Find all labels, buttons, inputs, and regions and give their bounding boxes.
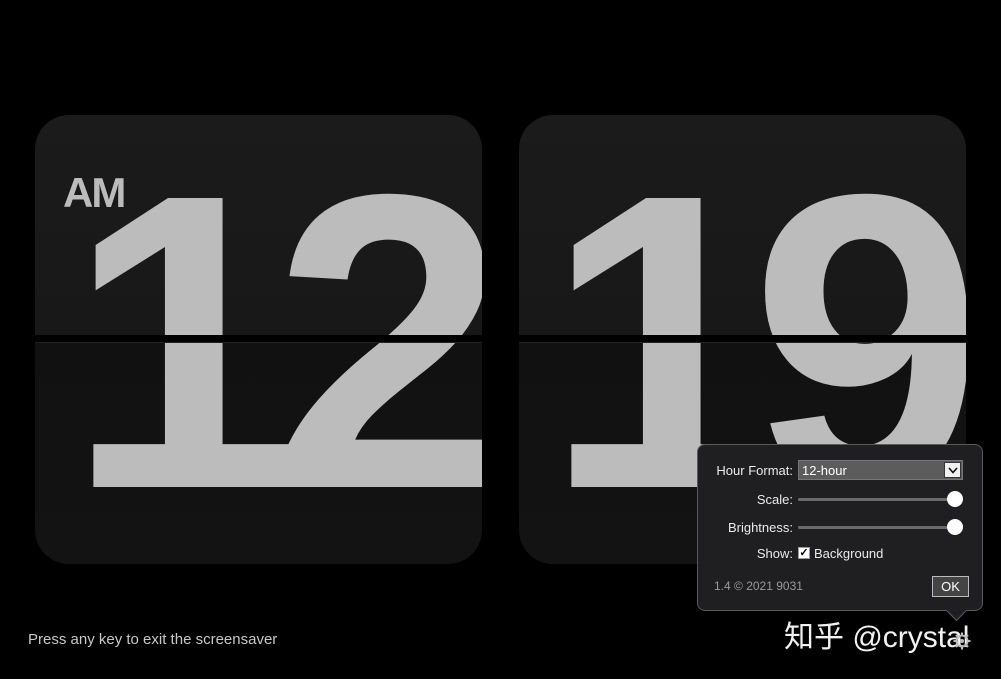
show-row: Show: ✓ Background — [698, 543, 982, 563]
scale-slider[interactable] — [798, 489, 963, 509]
background-option-label[interactable]: Background — [814, 546, 883, 561]
settings-panel: Hour Format: 12-hour Scale: Brightness: — [697, 444, 983, 622]
checkmark-icon: ✓ — [799, 547, 809, 559]
show-label: Show: — [756, 545, 793, 561]
brightness-slider[interactable] — [798, 517, 963, 537]
hour-format-value: 12-hour — [802, 462, 847, 478]
scale-row: Scale: — [698, 489, 982, 509]
watermark: 知乎 @crystal — [784, 621, 970, 654]
card-split-line — [519, 335, 966, 343]
ok-button[interactable]: OK — [932, 576, 969, 597]
slider-thumb[interactable] — [947, 491, 963, 507]
hour-card: 12 AM — [35, 115, 482, 564]
version-text: 1.4 © 2021 9031 — [714, 579, 803, 593]
brightness-row: Brightness: — [698, 517, 982, 537]
hour-format-label: Hour Format: — [716, 462, 793, 478]
card-split-line — [35, 335, 482, 343]
am-pm-indicator: AM — [63, 169, 126, 216]
slider-fill — [798, 498, 955, 501]
chevron-down-icon[interactable] — [944, 462, 961, 478]
background-checkbox[interactable]: ✓ — [798, 547, 810, 559]
slider-thumb[interactable] — [947, 519, 963, 535]
screensaver: 12 AM 19 Press any key to exit the scree… — [0, 0, 1001, 679]
scale-label: Scale: — [756, 491, 793, 507]
hour-format-row: Hour Format: 12-hour — [698, 460, 982, 480]
hour-format-select[interactable]: 12-hour — [798, 460, 963, 480]
slider-fill — [798, 526, 955, 529]
gear-icon[interactable] — [952, 624, 972, 652]
brightness-label: Brightness: — [727, 519, 793, 535]
exit-hint: Press any key to exit the screensaver — [28, 631, 278, 648]
